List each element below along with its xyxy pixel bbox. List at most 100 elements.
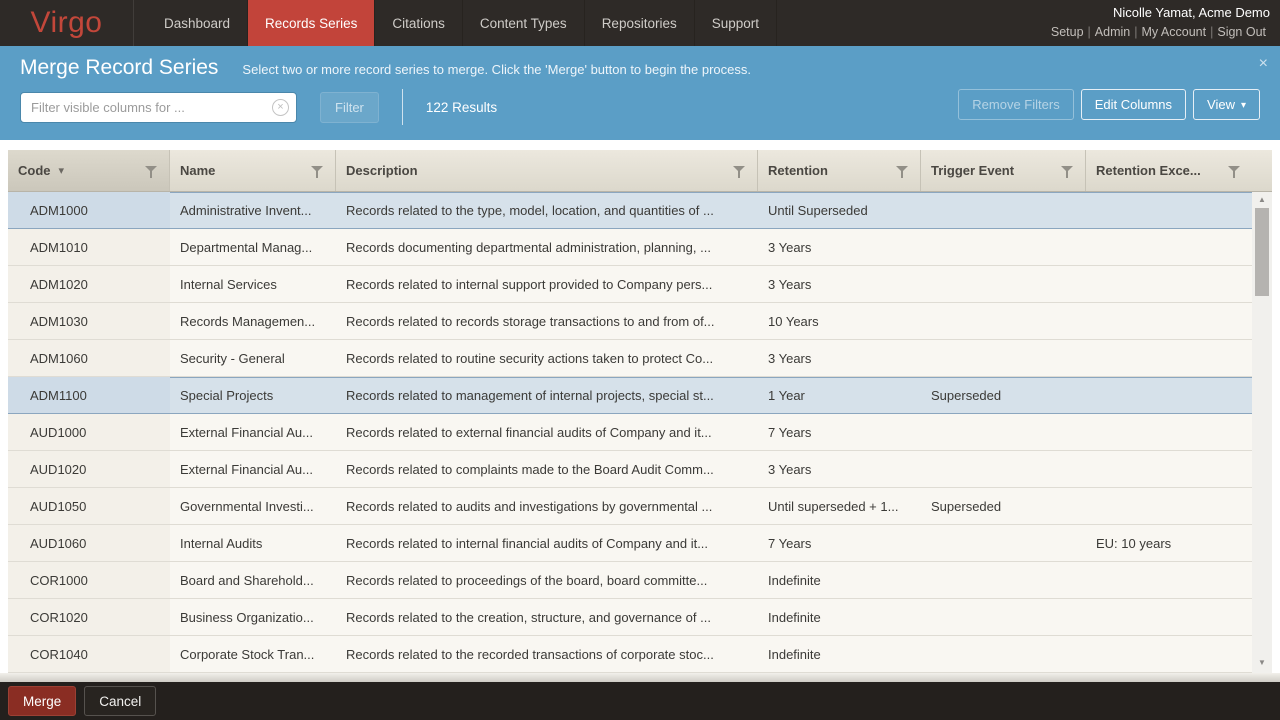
filter-input[interactable] (20, 92, 297, 123)
nav-tab-content-types[interactable]: Content Types (463, 0, 585, 46)
cell-trigger_event: Superseded (921, 488, 1086, 524)
table-row[interactable]: ADM1100Special ProjectsRecords related t… (8, 377, 1252, 414)
table-row[interactable]: AUD1050Governmental Investi...Records re… (8, 488, 1252, 525)
column-label: Trigger Event (931, 163, 1014, 178)
user-link-setup[interactable]: Setup (1051, 25, 1084, 39)
user-link-admin[interactable]: Admin (1095, 25, 1130, 39)
filter-input-wrap: × (20, 92, 297, 123)
column-label: Code (18, 163, 51, 178)
table-row[interactable]: COR1000Board and Sharehold...Records rel… (8, 562, 1252, 599)
cell-code: ADM1020 (8, 266, 170, 302)
vertical-scrollbar[interactable]: ▲ ▼ (1252, 192, 1272, 673)
column-header-name[interactable]: Name (170, 150, 336, 191)
edit-columns-button[interactable]: Edit Columns (1081, 89, 1186, 120)
cell-retention_exception (1086, 451, 1252, 487)
nav-tab-repositories[interactable]: Repositories (585, 0, 695, 46)
column-header-description[interactable]: Description (336, 150, 758, 191)
filter-funnel-icon[interactable] (1061, 165, 1074, 178)
scroll-up-icon[interactable]: ▲ (1252, 192, 1272, 208)
column-label: Description (346, 163, 418, 178)
nav-tab-support[interactable]: Support (695, 0, 777, 46)
column-label: Retention (768, 163, 828, 178)
column-label: Retention Exce... (1096, 163, 1201, 178)
page-subtitle: Select two or more record series to merg… (242, 62, 751, 77)
cell-trigger_event (921, 562, 1086, 598)
cell-retention_exception (1086, 340, 1252, 376)
cell-trigger_event (921, 192, 1086, 228)
table-row[interactable]: ADM1030Records Managemen...Records relat… (8, 303, 1252, 340)
table-row[interactable]: AUD1000External Financial Au...Records r… (8, 414, 1252, 451)
cell-trigger_event (921, 636, 1086, 672)
table-row[interactable]: AUD1060Internal AuditsRecords related to… (8, 525, 1252, 562)
cell-retention_exception (1086, 229, 1252, 265)
filter-funnel-icon[interactable] (1228, 165, 1241, 178)
cell-code: AUD1000 (8, 414, 170, 450)
table-row[interactable]: ADM1010Departmental Manag...Records docu… (8, 229, 1252, 266)
cell-description: Records related to records storage trans… (336, 303, 758, 339)
table-row[interactable]: ADM1020Internal ServicesRecords related … (8, 266, 1252, 303)
cell-trigger_event (921, 229, 1086, 265)
cell-retention: Indefinite (758, 599, 921, 635)
separator: | (1210, 25, 1213, 39)
cell-retention: Until Superseded (758, 192, 921, 228)
user-link-sign-out[interactable]: Sign Out (1217, 25, 1266, 39)
column-header-code[interactable]: Code ▾ (8, 150, 170, 191)
filter-funnel-icon[interactable] (733, 165, 746, 178)
table-row[interactable]: ADM1060Security - GeneralRecords related… (8, 340, 1252, 377)
cell-code: ADM1000 (8, 192, 170, 228)
cell-code: COR1020 (8, 599, 170, 635)
column-header-retention_exception[interactable]: Retention Exce... (1086, 150, 1252, 191)
cell-description: Records related to management of interna… (336, 377, 758, 413)
virgo-logo[interactable]: Virgo (0, 0, 134, 46)
cell-name: Security - General (170, 340, 336, 376)
cell-retention: Until superseded + 1... (758, 488, 921, 524)
cell-description: Records related to internal support prov… (336, 266, 758, 302)
title-row: Merge Record Series Select two or more r… (20, 56, 1260, 80)
cell-retention_exception (1086, 303, 1252, 339)
cell-name: Internal Audits (170, 525, 336, 561)
sort-desc-icon: ▾ (59, 164, 65, 177)
view-button-label: View (1207, 97, 1235, 112)
action-bar: Merge Cancel (0, 682, 1280, 720)
cell-trigger_event (921, 451, 1086, 487)
cell-retention_exception (1086, 599, 1252, 635)
column-header-retention[interactable]: Retention (758, 150, 921, 191)
remove-filters-button[interactable]: Remove Filters (958, 89, 1073, 120)
close-icon[interactable]: × (1259, 56, 1268, 72)
filter-button[interactable]: Filter (320, 92, 379, 123)
cell-trigger_event (921, 525, 1086, 561)
table-header-row: Code ▾ Name Description Retention Trigger Eve… (8, 150, 1272, 192)
chevron-down-icon: ▾ (1241, 100, 1246, 111)
filter-funnel-icon[interactable] (311, 165, 324, 178)
cell-retention: Indefinite (758, 636, 921, 672)
user-links: Setup|Admin|My Account|Sign Out (1047, 23, 1270, 41)
scroll-down-icon[interactable]: ▼ (1252, 655, 1272, 671)
cell-retention_exception (1086, 266, 1252, 302)
table-row[interactable]: COR1040Corporate Stock Tran...Records re… (8, 636, 1252, 673)
filter-funnel-icon[interactable] (145, 165, 158, 178)
column-header-trigger_event[interactable]: Trigger Event (921, 150, 1086, 191)
table-row[interactable]: AUD1020External Financial Au...Records r… (8, 451, 1252, 488)
view-button[interactable]: View ▾ (1193, 89, 1260, 120)
cell-name: Records Managemen... (170, 303, 336, 339)
nav-tab-citations[interactable]: Citations (375, 0, 463, 46)
nav-tab-records-series[interactable]: Records Series (248, 0, 375, 46)
merge-panel-header: × Merge Record Series Select two or more… (0, 46, 1280, 140)
user-link-my-account[interactable]: My Account (1141, 25, 1206, 39)
filter-funnel-icon[interactable] (896, 165, 909, 178)
table-row[interactable]: COR1020Business Organizatio...Records re… (8, 599, 1252, 636)
table-row[interactable]: ADM1000Administrative Invent...Records r… (8, 192, 1252, 229)
cell-name: Business Organizatio... (170, 599, 336, 635)
cell-description: Records related to routine security acti… (336, 340, 758, 376)
nav-tab-dashboard[interactable]: Dashboard (147, 0, 248, 46)
cell-retention: Indefinite (758, 562, 921, 598)
cancel-button[interactable]: Cancel (84, 686, 156, 716)
cell-name: Corporate Stock Tran... (170, 636, 336, 672)
cell-retention_exception (1086, 562, 1252, 598)
scrollbar-thumb[interactable] (1255, 208, 1269, 296)
cell-retention: 3 Years (758, 266, 921, 302)
merge-button[interactable]: Merge (8, 686, 76, 716)
app-window: Virgo DashboardRecords SeriesCitationsCo… (0, 0, 1280, 720)
cell-retention: 10 Years (758, 303, 921, 339)
clear-filter-icon[interactable]: × (272, 99, 289, 116)
